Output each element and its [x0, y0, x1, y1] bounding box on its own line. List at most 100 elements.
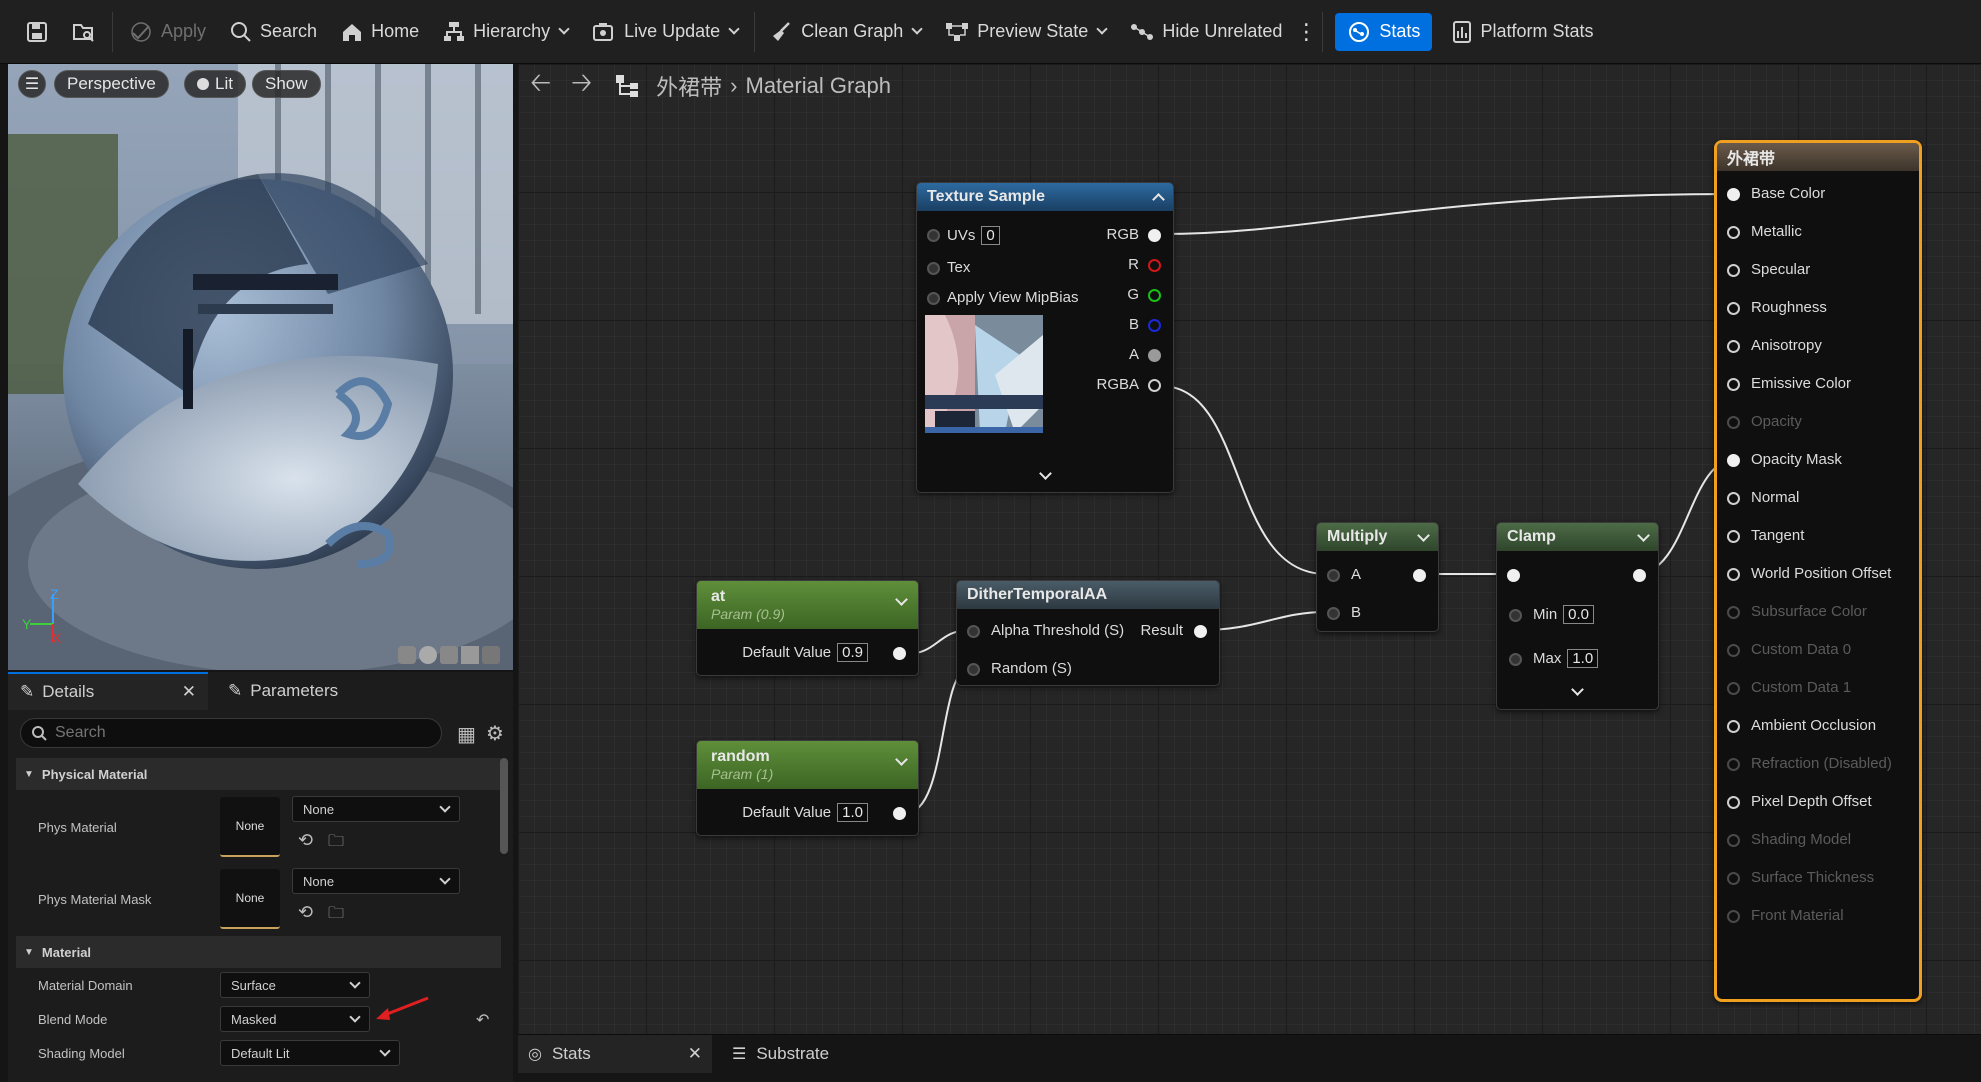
save-button[interactable]: [14, 0, 60, 64]
collapse-icon[interactable]: [1152, 192, 1165, 206]
b-output-pin[interactable]: [1148, 319, 1161, 332]
result-pin-row[interactable]: Emissive Color: [1717, 373, 1917, 397]
texture-sample-header[interactable]: Texture Sample: [917, 183, 1173, 211]
forward-arrow-icon[interactable]: 🡢: [571, 64, 592, 108]
dither-temporal-aa-node[interactable]: DitherTemporalAA Alpha Threshold (S) Ran…: [956, 580, 1220, 686]
hide-unrelated-button[interactable]: Hide Unrelated: [1118, 0, 1294, 64]
lit-button[interactable]: Lit: [184, 70, 246, 98]
perspective-button[interactable]: Perspective: [54, 70, 169, 98]
result-pin-row[interactable]: Base Color: [1717, 183, 1917, 207]
result-pin-row[interactable]: Front Material: [1717, 905, 1917, 929]
result-input-pin[interactable]: [1727, 910, 1740, 923]
live-update-dropdown[interactable]: Live Update: [580, 0, 750, 64]
uvs-pin[interactable]: [927, 229, 940, 242]
browse-icon[interactable]: 🗀: [328, 902, 344, 929]
clamp-input-pin[interactable]: [1507, 569, 1520, 582]
hierarchy-dropdown[interactable]: Hierarchy: [431, 0, 580, 64]
result-output-pin[interactable]: [1194, 625, 1207, 638]
param-at-output-pin[interactable]: [893, 647, 906, 660]
result-node-header[interactable]: 外裙带: [1717, 143, 1919, 171]
expand-icon[interactable]: [1571, 683, 1584, 696]
result-pin-row[interactable]: Surface Thickness: [1717, 867, 1917, 891]
close-icon[interactable]: ✕: [688, 1044, 702, 1064]
clamp-max-value[interactable]: 1.0: [1567, 649, 1599, 668]
a-output-pin[interactable]: [1148, 349, 1161, 362]
result-pin-row[interactable]: Subsurface Color: [1717, 601, 1917, 625]
material-graph-canvas[interactable]: 🡠 🡢 外裙带 › Material Graph Texture Sample …: [518, 64, 1981, 1034]
cube-icon[interactable]: [461, 646, 479, 664]
section-physical-material[interactable]: ▼ Physical Material: [16, 758, 501, 790]
section-material[interactable]: ▼ Material: [16, 936, 501, 968]
details-search-bar[interactable]: [20, 718, 442, 748]
result-input-pin[interactable]: [1727, 796, 1740, 809]
breadcrumb-material[interactable]: 外裙带: [656, 70, 722, 102]
result-pin-row[interactable]: Custom Data 1: [1717, 677, 1917, 701]
chevron-down-icon[interactable]: [1417, 528, 1430, 542]
rgba-output-pin[interactable]: [1148, 379, 1161, 392]
custom-mesh-icon[interactable]: [482, 646, 500, 664]
result-pin-row[interactable]: Ambient Occlusion: [1717, 715, 1917, 739]
random-s-pin[interactable]: [967, 663, 980, 676]
preview-mesh-selector[interactable]: [398, 646, 500, 664]
tab-stats[interactable]: ◎ Stats ✕: [518, 1035, 712, 1073]
phys-material-dropdown[interactable]: None: [292, 796, 460, 822]
multiply-b-pin[interactable]: [1327, 607, 1340, 620]
result-input-pin[interactable]: [1727, 720, 1740, 733]
clamp-output-pin[interactable]: [1633, 569, 1646, 582]
browse-icon[interactable]: 🗀: [328, 830, 344, 857]
result-pin-row[interactable]: Shading Model: [1717, 829, 1917, 853]
table-view-icon[interactable]: ▦: [457, 722, 476, 747]
reset-to-default-icon[interactable]: ↶: [476, 1010, 489, 1030]
param-at-node[interactable]: at Param (0.9) Default Value 0.9: [696, 580, 919, 676]
clean-graph-dropdown[interactable]: Clean Graph: [759, 0, 933, 64]
expand-icon[interactable]: [1039, 467, 1052, 480]
result-pin-row[interactable]: Tangent: [1717, 525, 1917, 549]
close-icon[interactable]: ✕: [182, 682, 196, 702]
material-result-node[interactable]: 外裙带 Base Color Metallic Specular Roughness A…: [1714, 140, 1922, 1002]
shading-model-dropdown[interactable]: Default Lit: [220, 1040, 400, 1066]
clamp-max-pin[interactable]: [1509, 653, 1522, 666]
details-scrollbar[interactable]: [500, 758, 508, 854]
mipbias-pin[interactable]: [927, 292, 940, 305]
result-pin-row[interactable]: Refraction (Disabled): [1717, 753, 1917, 777]
result-input-pin[interactable]: [1727, 302, 1740, 315]
param-random-node[interactable]: random Param (1) Default Value 1.0: [696, 740, 919, 836]
result-pin-row[interactable]: Custom Data 0: [1717, 639, 1917, 663]
apply-button[interactable]: Apply: [117, 0, 218, 64]
clamp-min-pin[interactable]: [1509, 609, 1522, 622]
viewport-menu-button[interactable]: ☰: [18, 70, 46, 98]
blend-mode-dropdown[interactable]: Masked: [220, 1006, 370, 1032]
plane-icon[interactable]: [440, 646, 458, 664]
chevron-down-icon[interactable]: [1637, 528, 1650, 542]
alpha-threshold-pin[interactable]: [967, 625, 980, 638]
texture-sample-node[interactable]: Texture Sample UVs 0 Tex Apply View MipBi…: [916, 182, 1174, 493]
result-input-pin[interactable]: [1727, 834, 1740, 847]
back-arrow-icon[interactable]: 🡠: [530, 64, 551, 108]
home-button[interactable]: Home: [329, 0, 431, 64]
result-input-pin[interactable]: [1727, 340, 1740, 353]
result-input-pin[interactable]: [1727, 872, 1740, 885]
result-input-pin[interactable]: [1727, 568, 1740, 581]
result-input-pin[interactable]: [1727, 606, 1740, 619]
chevron-down-icon[interactable]: [895, 593, 908, 606]
tex-pin[interactable]: [927, 262, 940, 275]
result-input-pin[interactable]: [1727, 492, 1740, 505]
result-pin-row[interactable]: Metallic: [1717, 221, 1917, 245]
result-pin-row[interactable]: World Position Offset: [1717, 563, 1917, 587]
rgb-output-pin[interactable]: [1148, 229, 1161, 242]
result-input-pin[interactable]: [1727, 644, 1740, 657]
tab-details[interactable]: ✎ Details ✕: [8, 672, 208, 710]
use-selected-icon[interactable]: ⟲: [298, 902, 313, 923]
result-pin-row[interactable]: Opacity Mask: [1717, 449, 1917, 473]
g-output-pin[interactable]: [1148, 289, 1161, 302]
preview-state-dropdown[interactable]: Preview State: [933, 0, 1118, 64]
result-pin-row[interactable]: Opacity: [1717, 411, 1917, 435]
r-output-pin[interactable]: [1148, 259, 1161, 272]
gear-icon[interactable]: ⚙: [486, 721, 504, 746]
result-input-pin[interactable]: [1727, 454, 1740, 467]
clamp-min-value[interactable]: 0.0: [1563, 605, 1595, 624]
result-input-pin[interactable]: [1727, 188, 1740, 201]
result-input-pin[interactable]: [1727, 226, 1740, 239]
details-search-input[interactable]: [55, 724, 415, 742]
param-at-default-value[interactable]: 0.9: [837, 643, 868, 662]
